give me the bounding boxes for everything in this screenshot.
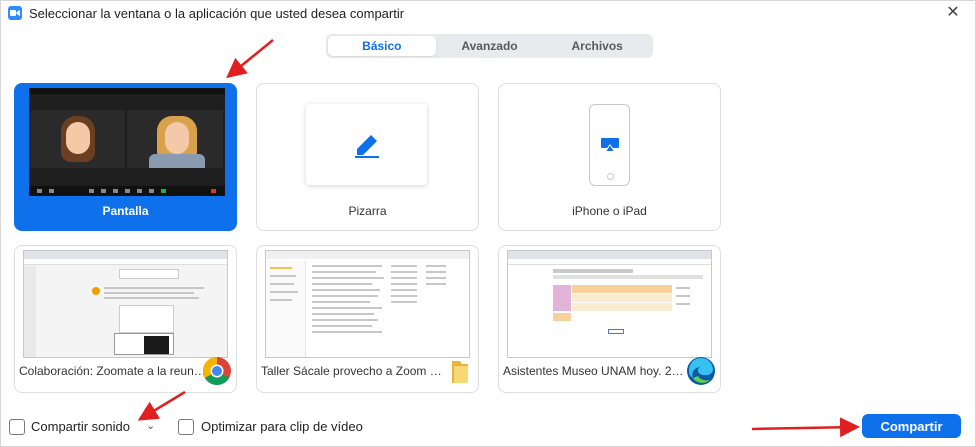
source-label-pizarra: Pizarra bbox=[348, 204, 387, 218]
phone-preview bbox=[589, 104, 630, 186]
zoom-app-icon bbox=[8, 6, 22, 20]
tab-archivos[interactable]: Archivos bbox=[543, 36, 651, 56]
source-label-pantalla: Pantalla bbox=[102, 204, 149, 218]
sound-options-dropdown[interactable]: ⌄ bbox=[146, 419, 155, 432]
source-card-pizarra[interactable]: Pizarra bbox=[256, 83, 479, 231]
source-label-chrome-window: Colaboración: Zoomate a la reuni... bbox=[19, 364, 206, 378]
airplay-icon bbox=[601, 138, 619, 151]
source-card-window-chrome[interactable]: Colaboración: Zoomate a la reuni... bbox=[14, 245, 237, 393]
close-button[interactable]: ✕ bbox=[943, 3, 963, 23]
share-button[interactable]: Compartir bbox=[862, 414, 961, 438]
tab-basico[interactable]: Básico bbox=[328, 36, 436, 56]
share-sound-label[interactable]: Compartir sonido bbox=[31, 419, 130, 434]
optimize-video-checkbox[interactable] bbox=[178, 419, 194, 435]
optimize-video-label[interactable]: Optimizar para clip de vídeo bbox=[201, 419, 363, 434]
share-sound-checkbox[interactable] bbox=[9, 419, 25, 435]
bottom-options-bar: Compartir sonido ⌄ Optimizar para clip d… bbox=[1, 409, 975, 447]
source-card-iphone-ipad[interactable]: iPhone o iPad bbox=[498, 83, 721, 231]
share-screen-dialog: Seleccionar la ventana o la aplicación q… bbox=[0, 0, 976, 447]
source-label-explorer-window: Taller Sácale provecho a Zoom D... bbox=[261, 364, 448, 378]
tab-bar: Básico Avanzado Archivos bbox=[326, 34, 653, 58]
source-card-window-explorer[interactable]: Taller Sácale provecho a Zoom D... bbox=[256, 245, 479, 393]
edge-icon bbox=[687, 357, 715, 385]
screen-thumbnail bbox=[29, 88, 225, 196]
tab-avanzado[interactable]: Avanzado bbox=[436, 36, 544, 56]
source-label-iphone-ipad: iPhone o iPad bbox=[572, 204, 647, 218]
window-thumbnail bbox=[23, 250, 228, 358]
dialog-title: Seleccionar la ventana o la aplicación q… bbox=[29, 6, 405, 21]
source-label-edge-window: Asistentes Museo UNAM hoy. 25 ... bbox=[503, 364, 690, 378]
whiteboard-preview bbox=[306, 104, 427, 185]
source-card-window-edge[interactable]: Asistentes Museo UNAM hoy. 25 ... bbox=[498, 245, 721, 393]
window-thumbnail bbox=[507, 250, 712, 358]
window-thumbnail bbox=[265, 250, 470, 358]
title-bar: Seleccionar la ventana o la aplicación q… bbox=[1, 1, 976, 29]
pen-icon bbox=[355, 135, 379, 158]
chrome-icon bbox=[203, 357, 231, 385]
source-card-pantalla[interactable]: Pantalla bbox=[14, 83, 237, 231]
folder-icon bbox=[452, 361, 468, 383]
